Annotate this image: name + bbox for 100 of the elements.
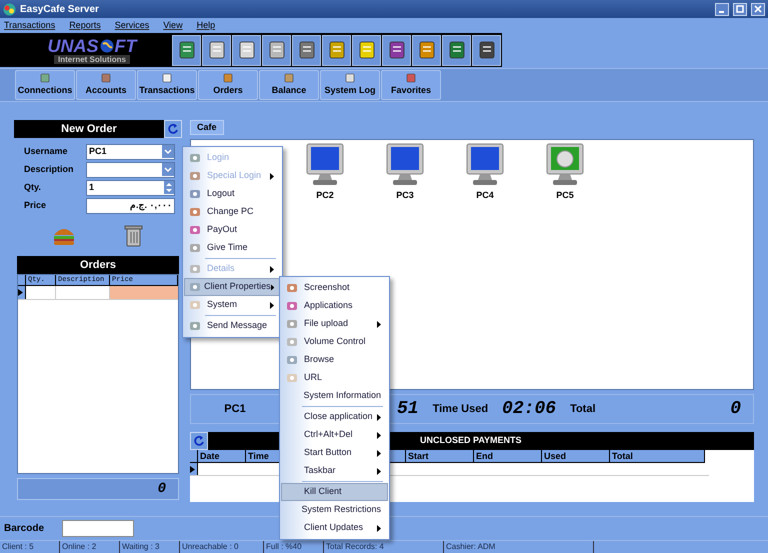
toolbar-button[interactable] xyxy=(382,34,411,66)
menu-bar-item[interactable]: Services xyxy=(114,18,150,32)
input-field[interactable]: ٠,٠٠٠ .ج.م xyxy=(86,198,175,214)
toolbar-button[interactable] xyxy=(172,34,201,66)
menu-item-icon xyxy=(189,320,201,332)
input-field[interactable]: 1 xyxy=(86,180,175,196)
computer-label[interactable]: PC5 xyxy=(556,189,574,202)
nav-tab[interactable]: Accounts xyxy=(76,70,136,100)
submenu-arrow-icon xyxy=(270,172,274,180)
menu-item[interactable]: Logout xyxy=(184,185,281,203)
menu-item-icon xyxy=(286,354,298,366)
menu-item[interactable]: Taskbar xyxy=(281,462,388,480)
submenu-arrow-icon xyxy=(270,284,274,290)
field-label: Description xyxy=(24,162,75,176)
barcode-input[interactable] xyxy=(62,520,134,537)
computer-label[interactable]: PC4 xyxy=(476,189,494,202)
nav-tab[interactable]: Transactions xyxy=(137,70,197,100)
session-computer-name: PC1 xyxy=(223,402,247,417)
menu-item-icon xyxy=(189,170,201,182)
burger-icon[interactable] xyxy=(52,226,76,246)
refresh-button[interactable] xyxy=(164,120,182,138)
column-header: Used xyxy=(542,450,610,463)
menu-item[interactable]: Send Message xyxy=(184,317,281,335)
menu-bar-item[interactable]: View xyxy=(163,18,183,32)
menu-item[interactable]: System Restrictions xyxy=(281,501,388,519)
grid-row[interactable] xyxy=(18,286,178,300)
minimize-button[interactable] xyxy=(715,2,729,16)
spinner-arrows-icon[interactable] xyxy=(164,181,174,194)
menu-item-icon xyxy=(189,299,201,311)
toolbar-button[interactable] xyxy=(322,34,351,66)
submenu-arrow-icon xyxy=(377,450,381,456)
submenu-arrow-icon xyxy=(270,302,274,308)
menu-item[interactable]: Close application xyxy=(281,408,388,426)
nav-tab[interactable]: Connections xyxy=(15,70,75,100)
menu-item[interactable]: Give Time xyxy=(184,239,281,257)
menu-item-icon xyxy=(189,224,201,236)
menu-item[interactable]: URL xyxy=(281,369,388,387)
menu-item[interactable]: Browse xyxy=(281,351,388,369)
toolbar-tool-icon xyxy=(206,40,226,60)
nav-tab[interactable]: Favorites xyxy=(381,70,441,100)
maximize-button[interactable] xyxy=(733,2,747,16)
logo-wordmark: UNAS xyxy=(47,36,98,54)
computer-label[interactable]: PC3 xyxy=(396,189,414,202)
menu-item[interactable]: Ctrl+Alt+Del xyxy=(281,426,388,444)
menu-item[interactable]: Client Properties xyxy=(184,278,281,296)
tab-icon xyxy=(222,72,234,84)
globe-icon xyxy=(100,38,114,52)
submenu-arrow-icon xyxy=(270,266,274,272)
status-item: Total Records: 4 xyxy=(324,541,444,553)
column-header: Date xyxy=(198,450,246,463)
menu-item-icon xyxy=(189,242,201,254)
toolbar-button[interactable] xyxy=(232,34,261,66)
toolbar-tool-icon xyxy=(176,40,196,60)
nav-tab[interactable]: System Log xyxy=(320,70,380,100)
close-button[interactable] xyxy=(751,2,765,16)
toolbar-button[interactable] xyxy=(262,34,291,66)
time-used-value: 02:06 xyxy=(502,398,556,420)
menu-item[interactable]: System Information xyxy=(281,387,388,405)
menu-bar-item[interactable]: Help xyxy=(196,18,216,32)
input-field[interactable]: PC1 xyxy=(86,144,175,160)
menu-item-icon xyxy=(189,152,201,164)
computer-icon[interactable] xyxy=(545,143,585,187)
menu-bar-item[interactable]: Reports xyxy=(69,18,101,32)
toolbar-button[interactable] xyxy=(472,34,501,66)
computer-icon[interactable] xyxy=(465,143,505,187)
menu-item-icon xyxy=(189,188,201,200)
toolbar-button[interactable] xyxy=(292,34,321,66)
menu-item[interactable]: File upload xyxy=(281,315,388,333)
refresh-button[interactable] xyxy=(190,432,208,450)
submenu-arrow-icon xyxy=(377,432,381,438)
total-label: Total xyxy=(570,402,596,417)
menu-item[interactable]: Client Updates xyxy=(281,519,388,537)
toolbar-button[interactable] xyxy=(202,34,231,66)
menu-item[interactable]: PayOut xyxy=(184,221,281,239)
menu-item-icon xyxy=(189,281,201,293)
menu-item[interactable]: Kill Client xyxy=(281,483,388,501)
menu-item[interactable]: System xyxy=(184,296,281,314)
status-item: Unreachable : 0 xyxy=(180,541,264,553)
logo-wordmark: FT xyxy=(114,36,136,54)
nav-tab[interactable]: Orders xyxy=(198,70,258,100)
computer-icon[interactable] xyxy=(305,143,345,187)
cafe-tab[interactable]: Cafe xyxy=(190,120,224,135)
input-field[interactable] xyxy=(86,162,175,178)
close-icon xyxy=(754,5,762,13)
computer-icon[interactable] xyxy=(385,143,425,187)
trash-can-icon[interactable] xyxy=(122,224,144,248)
nav-tab[interactable]: Balance xyxy=(259,70,319,100)
menu-item[interactable]: Screenshot xyxy=(281,279,388,297)
column-header: Start xyxy=(406,450,474,463)
logo-tagline: Internet Solutions xyxy=(54,54,130,64)
computer-label[interactable]: PC2 xyxy=(316,189,334,202)
toolbar-button[interactable] xyxy=(442,34,471,66)
menu-bar-item[interactable]: Transactions xyxy=(4,18,56,32)
menu-item[interactable]: Volume Control xyxy=(281,333,388,351)
toolbar-button[interactable] xyxy=(352,34,381,66)
toolbar-button[interactable] xyxy=(412,34,441,66)
menu-item[interactable]: Applications xyxy=(281,297,388,315)
status-item: Full : %40 xyxy=(264,541,324,553)
menu-item[interactable]: Change PC xyxy=(184,203,281,221)
toolbar-tool-icon xyxy=(236,40,256,60)
